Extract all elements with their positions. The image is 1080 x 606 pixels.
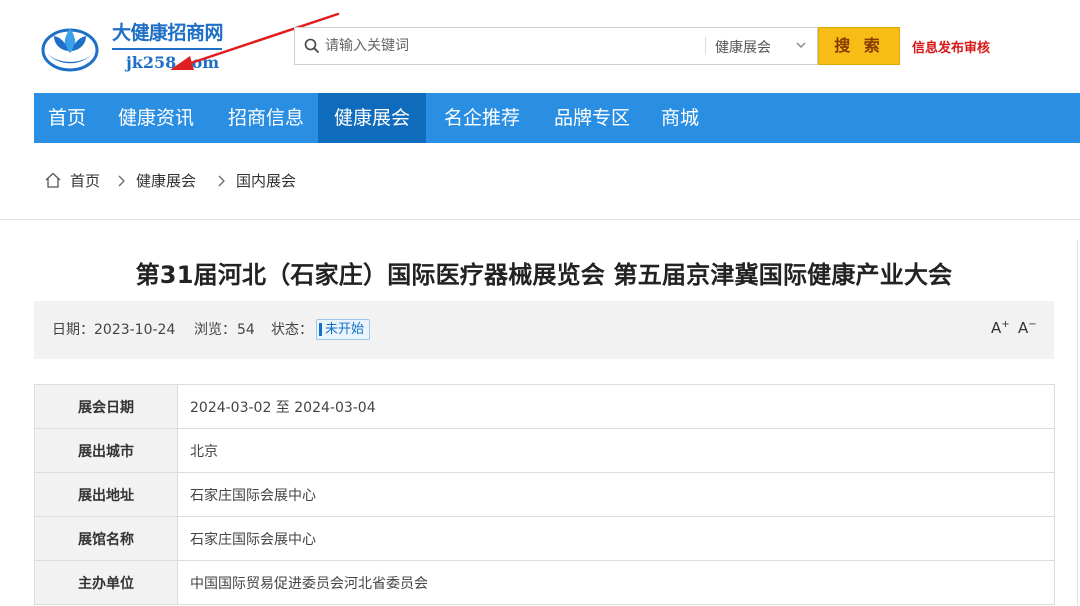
section-divider [0, 219, 1080, 220]
table-row: 主办单位 中国国际贸易促进委员会河北省委员会 [34, 560, 1055, 605]
font-decrease-button[interactable]: A− [1018, 319, 1037, 337]
nav-item-investment[interactable]: 招商信息 [216, 93, 316, 143]
search-icon[interactable] [303, 37, 321, 55]
article-meta-bar: 日期： 2023-10-24 浏览： 54 状态： 未开始 A+ A− [34, 301, 1054, 359]
row-label: 展出地址 [34, 472, 178, 517]
nav-item-health-expo[interactable]: 健康展会 [318, 93, 426, 143]
views-label: 浏览： [194, 322, 236, 338]
row-label: 展馆名称 [34, 516, 178, 561]
table-row: 展馆名称 石家庄国际会展中心 [34, 516, 1055, 561]
row-value: 石家庄国际会展中心 [177, 516, 1055, 561]
date-value: 2023-10-24 [94, 322, 176, 338]
search-divider [705, 37, 706, 55]
row-label: 主办单位 [34, 560, 178, 605]
font-increase-button[interactable]: A+ [991, 319, 1010, 337]
breadcrumb-health-expo[interactable]: 健康展会 [136, 170, 196, 192]
row-label: 展出城市 [34, 428, 178, 473]
search-category-select[interactable]: 健康展会 [715, 37, 771, 57]
nav-item-home[interactable]: 首页 [34, 93, 100, 143]
chevron-down-icon[interactable] [795, 39, 807, 51]
leaf-water-drop-logo-icon [41, 28, 99, 72]
nav-item-brand-zone[interactable]: 品牌专区 [542, 93, 642, 143]
breadcrumb-domestic-expo[interactable]: 国内展会 [236, 170, 296, 192]
expo-info-table: 展会日期 2024-03-02 至 2024-03-04 展出城市 北京 展出地… [34, 384, 1055, 605]
date-label: 日期： [52, 322, 94, 338]
status-label: 状态： [271, 322, 313, 338]
table-row: 展出地址 石家庄国际会展中心 [34, 472, 1055, 517]
nav-item-mall[interactable]: 商城 [652, 93, 708, 143]
views-value: 54 [237, 322, 255, 338]
search-button[interactable]: 搜 索 [818, 27, 900, 65]
site-header: 大健康招商网 jk258.com 健康展会 搜 索 信息发布审核 [0, 0, 1080, 93]
search-input[interactable] [325, 28, 695, 64]
row-value: 2024-03-02 至 2024-03-04 [177, 384, 1055, 429]
search-box: 健康展会 [294, 27, 818, 65]
page-title: 第31届河北（石家庄）国际医疗器械展览会 第五届京津冀国际健康产业大会 [135, 261, 953, 289]
row-value: 中国国际贸易促进委员会河北省委员会 [177, 560, 1055, 605]
row-value: 石家庄国际会展中心 [177, 472, 1055, 517]
info-audit-link[interactable]: 信息发布审核 [912, 37, 990, 56]
home-icon [45, 172, 61, 188]
row-value: 北京 [177, 428, 1055, 473]
nav-item-famous-companies[interactable]: 名企推荐 [432, 93, 532, 143]
chevron-right-icon [218, 175, 225, 187]
row-label: 展会日期 [34, 384, 178, 429]
main-nav: 首页 健康资讯 招商信息 健康展会 名企推荐 品牌专区 商城 [34, 93, 1080, 143]
content-right-border [1077, 240, 1078, 606]
nav-item-health-news[interactable]: 健康资讯 [106, 93, 206, 143]
chevron-right-icon [118, 175, 125, 187]
breadcrumb-home[interactable]: 首页 [70, 170, 100, 192]
status-badge: 未开始 [316, 319, 371, 340]
table-row: 展出城市 北京 [34, 428, 1055, 473]
table-row: 展会日期 2024-03-02 至 2024-03-04 [34, 384, 1055, 429]
